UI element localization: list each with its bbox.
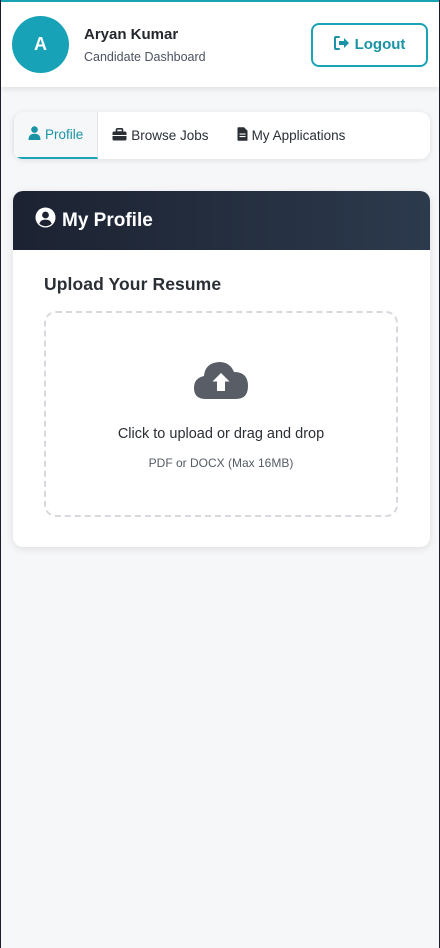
tab-bar: Profile Browse Jobs My Applications [13, 112, 430, 159]
top-header: A Aryan Kumar Candidate Dashboard Logout [1, 0, 439, 87]
logout-button[interactable]: Logout [311, 22, 428, 67]
avatar-initial: A [34, 34, 47, 54]
dropzone-text: Click to upload or drag and drop [117, 426, 325, 442]
briefcase-icon [112, 127, 131, 144]
tab-profile-label: Profile [45, 127, 84, 142]
tab-my-applications-label: My Applications [251, 128, 346, 143]
resume-dropzone[interactable]: Click to upload or drag and drop PDF or … [44, 311, 398, 517]
tab-my-applications[interactable]: My Applications [223, 112, 360, 159]
cloud-upload-icon [192, 359, 250, 406]
profile-card-header: My Profile [13, 191, 430, 250]
tab-profile[interactable]: Profile [13, 112, 99, 159]
avatar: A [12, 16, 69, 73]
app-frame: A Aryan Kumar Candidate Dashboard Logout [0, 0, 440, 948]
user-circle-icon [35, 207, 62, 234]
user-icon [28, 126, 45, 143]
upload-heading: Upload Your Resume [44, 274, 222, 294]
sign-out-icon [333, 35, 355, 54]
dropzone-hint: PDF or DOCX (Max 16MB) [148, 456, 294, 470]
user-name: Aryan Kumar [84, 25, 179, 43]
user-role: Candidate Dashboard [84, 49, 206, 64]
logout-label: Logout [354, 36, 406, 53]
profile-card: My Profile Upload Your Resume Click to u… [13, 191, 430, 547]
profile-card-body: Upload Your Resume Click to upload or dr… [13, 250, 430, 517]
tab-browse-jobs[interactable]: Browse Jobs [98, 112, 222, 159]
user-info: Aryan Kumar Candidate Dashboard [84, 26, 311, 64]
page-title: My Profile [62, 209, 153, 231]
file-icon [237, 127, 252, 144]
tab-browse-jobs-label: Browse Jobs [131, 128, 209, 143]
